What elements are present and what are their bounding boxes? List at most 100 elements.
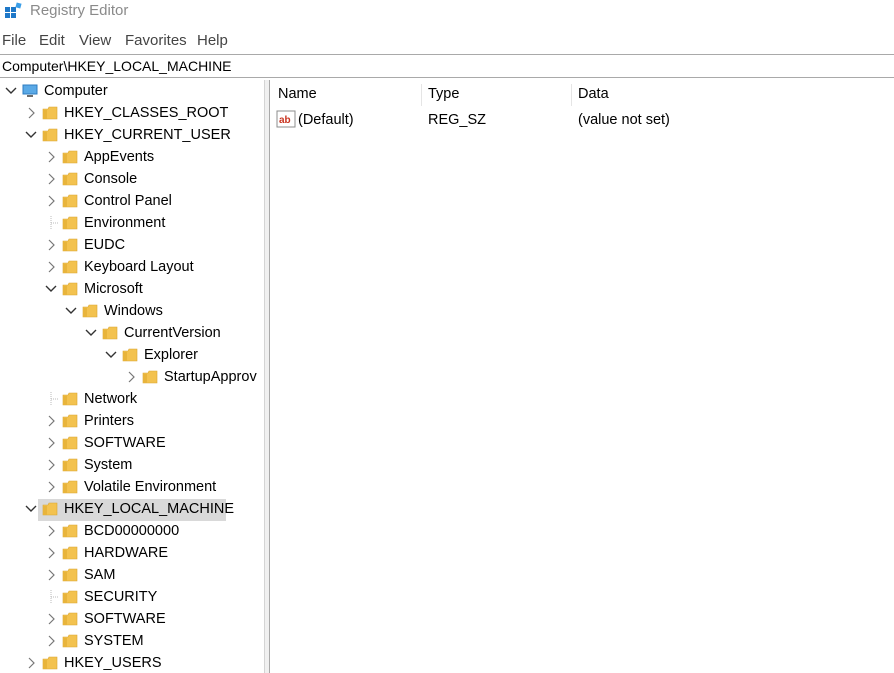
tree-item-label: EUDC: [84, 237, 126, 253]
chevron-right-icon[interactable]: [44, 238, 58, 252]
chevron-right-icon[interactable]: [44, 524, 58, 538]
tree-item-label: AppEvents: [84, 149, 155, 165]
tree-item-label: SOFTWARE: [84, 611, 166, 627]
chevron-right-icon[interactable]: [44, 260, 58, 274]
folder-icon: [62, 524, 78, 538]
tree-line-icon: [50, 590, 58, 604]
folder-icon: [62, 392, 78, 406]
folder-icon: [62, 172, 78, 186]
chevron-right-icon[interactable]: [44, 612, 58, 626]
tree-item-label: HKEY_LOCAL_MACHINE: [64, 501, 235, 517]
chevron-right-icon[interactable]: [24, 106, 38, 120]
chevron-right-icon[interactable]: [124, 370, 138, 384]
key-tree[interactable]: Computer HKEY_CLASSES_ROOT HKEY_CURRENT_US…: [0, 80, 264, 673]
column-divider[interactable]: [421, 84, 422, 106]
folder-icon: [62, 546, 78, 560]
folder-icon: [42, 656, 58, 670]
chevron-right-icon[interactable]: [44, 568, 58, 582]
folder-icon: [102, 326, 118, 340]
folder-icon: [42, 502, 58, 516]
menu-favorites[interactable]: Favorites: [125, 32, 187, 49]
folder-icon: [62, 150, 78, 164]
chevron-right-icon[interactable]: [44, 436, 58, 450]
tree-item-label: Keyboard Layout: [84, 259, 194, 275]
chevron-right-icon[interactable]: [44, 194, 58, 208]
tree-item-label: Network: [84, 391, 138, 407]
folder-icon: [62, 260, 78, 274]
tree-item-label: Control Panel: [84, 193, 172, 209]
tree-line-icon: [50, 392, 58, 406]
folder-icon: [62, 216, 78, 230]
value-type: REG_SZ: [428, 112, 487, 128]
tree-item-label: SAM: [84, 567, 116, 583]
folder-icon: [62, 568, 78, 582]
chevron-right-icon[interactable]: [44, 150, 58, 164]
tree-item-label: HKEY_CURRENT_USER: [64, 127, 231, 143]
tree-item-label: Microsoft: [84, 281, 143, 297]
tree-item-label: Console: [84, 171, 138, 187]
chevron-down-icon[interactable]: [104, 348, 118, 362]
svg-text:ab: ab: [279, 115, 291, 126]
chevron-down-icon[interactable]: [24, 128, 38, 142]
folder-icon: [62, 238, 78, 252]
tree-item-label: HKEY_USERS: [64, 655, 162, 671]
chevron-down-icon[interactable]: [24, 502, 38, 516]
tree-item-label: Environment: [84, 215, 166, 231]
chevron-right-icon[interactable]: [44, 546, 58, 560]
value-data: (value not set): [578, 112, 670, 128]
chevron-down-icon[interactable]: [4, 84, 18, 98]
tree-item-label: BCD00000000: [84, 523, 180, 539]
menu-file[interactable]: File: [2, 32, 26, 49]
chevron-right-icon[interactable]: [44, 414, 58, 428]
values-list[interactable]: Name Type Data ab (Default) REG_SZ (valu…: [270, 80, 894, 673]
folder-icon: [62, 194, 78, 208]
chevron-right-icon[interactable]: [44, 172, 58, 186]
folder-icon: [62, 612, 78, 626]
address-path[interactable]: Computer\HKEY_LOCAL_MACHINE: [2, 58, 232, 74]
column-header-type[interactable]: Type: [428, 86, 459, 102]
column-divider[interactable]: [571, 84, 572, 106]
folder-icon: [62, 436, 78, 450]
menu-help[interactable]: Help: [197, 32, 228, 49]
tree-item-label: Windows: [104, 303, 163, 319]
tree-item-label: Printers: [84, 413, 134, 429]
chevron-right-icon[interactable]: [24, 656, 38, 670]
tree-item-label: Volatile Environment: [84, 479, 217, 495]
folder-icon: [62, 414, 78, 428]
folder-icon: [82, 304, 98, 318]
folder-icon: [62, 634, 78, 648]
tree-line-icon: [50, 216, 58, 230]
computer-icon: [22, 84, 38, 97]
chevron-right-icon[interactable]: [44, 458, 58, 472]
folder-icon: [62, 590, 78, 604]
chevron-down-icon[interactable]: [84, 326, 98, 340]
tree-item-label: SECURITY: [84, 589, 158, 605]
value-name: (Default): [298, 112, 354, 128]
menu-view[interactable]: View: [79, 32, 111, 49]
tree-item-label: HARDWARE: [84, 545, 169, 561]
title-bar: Registry Editor: [0, 0, 894, 24]
folder-icon: [62, 458, 78, 472]
chevron-right-icon[interactable]: [44, 480, 58, 494]
column-header-data[interactable]: Data: [578, 86, 609, 102]
tree-item-label: SOFTWARE: [84, 435, 166, 451]
window-title: Registry Editor: [30, 2, 129, 19]
folder-icon: [142, 370, 158, 384]
folder-icon: [42, 106, 58, 120]
address-bar[interactable]: Computer\HKEY_LOCAL_MACHINE: [0, 54, 894, 78]
chevron-right-icon[interactable]: [44, 634, 58, 648]
tree-item-label: HKEY_CLASSES_ROOT: [64, 105, 229, 121]
string-value-icon: ab: [276, 110, 296, 128]
menu-edit[interactable]: Edit: [39, 32, 65, 49]
tree-item-label: Computer: [44, 83, 108, 99]
menu-bar: File Edit View Favorites Help: [0, 30, 894, 52]
tree-item-label: CurrentVersion: [124, 325, 221, 341]
column-header-name[interactable]: Name: [278, 86, 317, 102]
tree-item-label: Explorer: [144, 347, 198, 363]
registry-editor-icon: [5, 2, 22, 18]
chevron-down-icon[interactable]: [44, 282, 58, 296]
chevron-down-icon[interactable]: [64, 304, 78, 318]
folder-icon: [62, 282, 78, 296]
folder-icon: [122, 348, 138, 362]
tree-item-label: SYSTEM: [84, 633, 144, 649]
